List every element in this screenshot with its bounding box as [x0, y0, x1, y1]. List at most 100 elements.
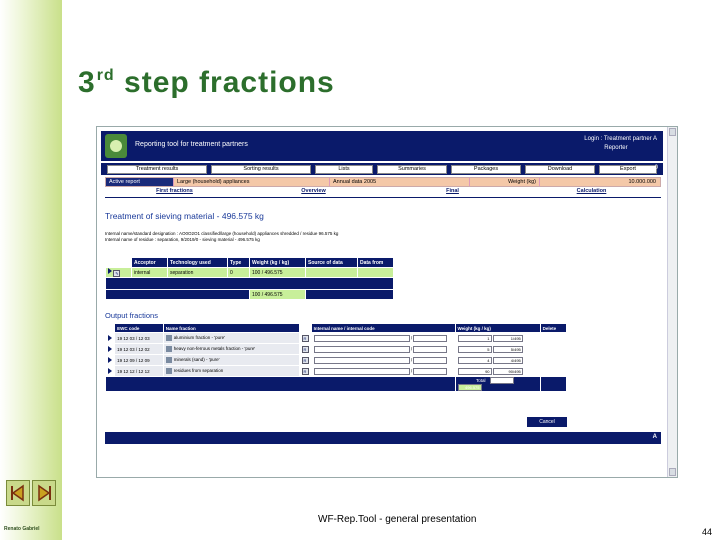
weight-ratio: 4/495 [492, 356, 523, 364]
treatment-description: Internal name/standard designation : AO0… [105, 231, 339, 242]
delete-cell[interactable] [539, 365, 568, 377]
row-actions[interactable]: ✎ [105, 267, 132, 278]
col-data-from: Data from [357, 257, 394, 268]
scroll-down-icon[interactable] [669, 468, 676, 476]
previous-slide-button[interactable] [6, 480, 30, 506]
expand-arrow-icon[interactable] [108, 345, 112, 352]
menu-item-summaries[interactable]: Summaries [377, 164, 447, 174]
weight-ratio: 90/495 [492, 367, 523, 375]
internal-name-input[interactable] [313, 367, 410, 375]
weight-input[interactable]: 90 [457, 367, 492, 375]
tab-calculation[interactable]: Calculation [522, 188, 661, 196]
tab-overview[interactable]: Overview [244, 188, 383, 196]
output-row[interactable]: 19 12 03 / 12 02 heavy non-ferrous metals… [104, 343, 568, 355]
fraction-name: residues from separation [162, 365, 300, 377]
internal-code-input[interactable] [413, 367, 448, 375]
weight-cell[interactable]: 5 5/495 [454, 343, 541, 355]
select-button[interactable]: R [301, 356, 309, 364]
menu-item-packages[interactable]: Packages [451, 164, 521, 174]
delete-cell[interactable] [539, 343, 568, 355]
weight-input[interactable]: 5 [457, 345, 492, 353]
weight-input[interactable]: 4 [457, 356, 492, 364]
tab-final[interactable]: Final [383, 188, 522, 196]
internal-code-input[interactable] [413, 356, 448, 364]
acceptor-row[interactable]: ✎ internal separation 0 100 / 496.575 [105, 267, 394, 278]
internal-name-input[interactable] [313, 334, 410, 342]
output-row[interactable]: 19 12 09 / 12 09 minerals (sand) - 'pure'… [104, 354, 568, 366]
login-info: Login : Treatment partner A Reporter [584, 136, 657, 151]
internal-name-input[interactable] [313, 356, 410, 364]
arrow-left-icon [11, 484, 24, 502]
internal-code-input[interactable] [413, 334, 448, 342]
delete-cell[interactable] [539, 332, 568, 344]
acceptor-table: Acceptor Technology used Type Weight (kg… [105, 257, 394, 300]
next-slide-button[interactable] [32, 480, 56, 506]
col-weight: Weight (kg / kg) [249, 257, 306, 268]
weight-value-cell: 100 / 496.575 [249, 267, 306, 278]
fraction-icon [165, 368, 172, 374]
appliance-category[interactable]: Large (household) appliances [174, 178, 330, 186]
delete-cell[interactable] [539, 354, 568, 366]
internal-code-input[interactable] [413, 345, 448, 353]
col-output-weight: Weight (kg / kg) [454, 323, 541, 333]
menu-item-export[interactable]: Export [599, 164, 657, 174]
output-total-cell: Total 100.000 496.575 [454, 376, 541, 392]
expand-arrow-icon[interactable] [108, 367, 112, 374]
output-row[interactable]: 19 12 03 / 12 03 aluminium fraction - 'pu… [104, 332, 568, 344]
app-header: Reporting tool for treatment partners Lo… [101, 131, 663, 161]
internal-name-cell[interactable]: / [310, 332, 456, 344]
treatment-title: Treatment of sieving material - 496.575 … [105, 211, 264, 221]
footer-letter: A [652, 434, 657, 440]
internal-name-input[interactable] [313, 345, 410, 353]
col-name-fraction: Name fraction [162, 323, 300, 333]
expand-arrow-icon[interactable] [108, 334, 112, 341]
type-value: 0 [227, 267, 250, 278]
weight-input[interactable]: 1 [457, 334, 492, 342]
slide-title: 3rd step fractions [78, 66, 335, 99]
tabs-divider [105, 197, 661, 198]
weight-cell[interactable]: 4 4/495 [454, 354, 541, 366]
report-period[interactable]: Annual data 2005 [330, 178, 470, 186]
expand-arrow-icon[interactable] [108, 356, 112, 363]
acceptor-header-row: Acceptor Technology used Type Weight (kg… [105, 257, 394, 268]
internal-name-cell[interactable]: / [310, 365, 456, 377]
active-report-label: Active report [106, 178, 174, 186]
output-total-row: Total 100.000 496.575 [105, 376, 568, 392]
scroll-up-icon[interactable] [669, 128, 676, 136]
side-decoration [0, 0, 62, 540]
menu-item-download[interactable]: Download [525, 164, 595, 174]
output-row[interactable]: 19 12 12 / 12 12 residues from separation… [104, 365, 568, 377]
internal-name-cell[interactable]: / [310, 343, 456, 355]
main-menu: Treatment results Sorting results Lists Sum… [101, 163, 663, 175]
weight-cell[interactable]: 1 1/495 [454, 332, 541, 344]
acceptor-total: 100 / 496.575 [249, 289, 306, 300]
source-value [305, 267, 358, 278]
fraction-icon [165, 346, 172, 352]
vertical-scrollbar[interactable] [667, 127, 677, 477]
weight-ratio: 1/495 [492, 334, 523, 342]
col-delete: Delete [539, 323, 568, 333]
app-screenshot: Reporting tool for treatment partners Lo… [96, 126, 678, 478]
cancel-button[interactable]: Cancel [527, 417, 567, 427]
weight-cell[interactable]: 90 90/495 [454, 365, 541, 377]
expand-arrow-icon[interactable] [108, 268, 112, 275]
edit-icon[interactable]: ✎ [113, 269, 121, 277]
acceptor-value: internal [131, 267, 168, 278]
menu-item-treatment-results[interactable]: Treatment results [107, 164, 207, 174]
fraction-icon [165, 357, 172, 363]
app-footer-bar: A [105, 432, 661, 444]
total-value: 100.000 [489, 377, 514, 384]
internal-name-cell[interactable]: / [310, 354, 456, 366]
output-rows: 19 12 03 / 12 03 aluminium fraction - 'pu… [104, 332, 568, 377]
menu-item-sorting-results[interactable]: Sorting results [211, 164, 311, 174]
data-from-value [357, 267, 394, 278]
col-acceptor: Acceptor [131, 257, 168, 268]
select-button[interactable]: R [301, 334, 309, 342]
active-report-bar: Active report Large (household) applianc… [105, 177, 661, 187]
menu-item-lists[interactable]: Lists [315, 164, 373, 174]
select-button[interactable]: R [301, 345, 309, 353]
tab-first-fractions[interactable]: First fractions [105, 188, 244, 196]
select-button[interactable]: R [301, 367, 309, 375]
col-technology: Technology used [167, 257, 228, 268]
step-tabs: First fractions Overview Final Calculati… [105, 188, 661, 196]
